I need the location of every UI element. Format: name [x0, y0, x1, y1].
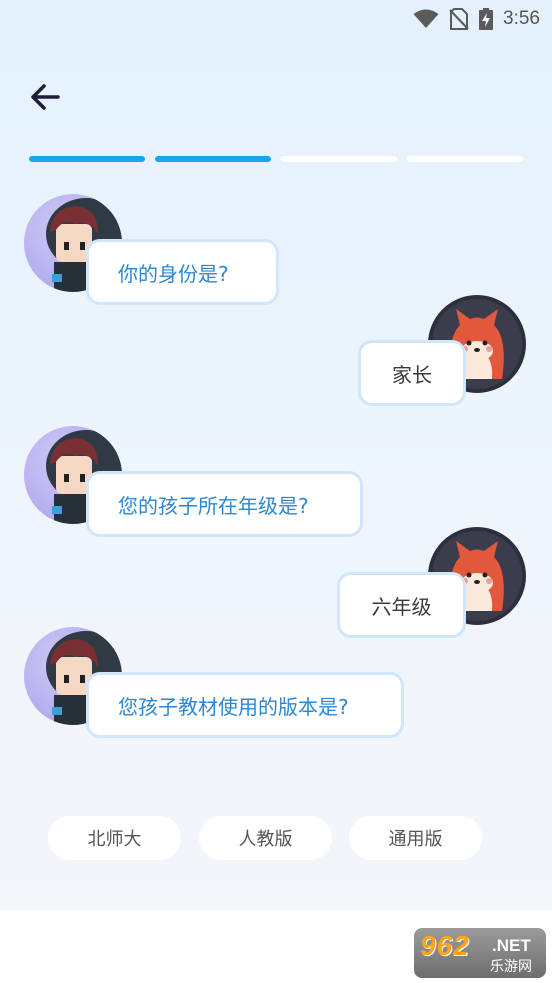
progress-bar — [29, 156, 525, 164]
answer-text: 家长 — [392, 362, 432, 387]
wifi-icon — [413, 9, 439, 29]
battery-charging-icon — [479, 8, 494, 30]
back-button[interactable] — [28, 80, 64, 114]
status-bar: 3:56 — [413, 0, 552, 38]
option-renjiao-button[interactable]: 人教版 — [199, 816, 332, 860]
question-text: 你的身份是? — [118, 261, 229, 286]
watermark-logo: 962 .NET 乐游网 — [414, 928, 546, 978]
arrow-left-icon — [31, 84, 60, 110]
onboarding-screen: 3:56 你的身份是? 家长 您的孩子所在年级是? 六年级 您孩子教材使用的版本… — [0, 0, 552, 910]
progress-step-1 — [29, 156, 145, 162]
question-bubble-identity: 你的身份是? — [86, 239, 279, 305]
progress-step-4 — [407, 156, 523, 162]
progress-step-3 — [281, 156, 397, 162]
watermark-number: 962 — [420, 930, 470, 961]
status-time: 3:56 — [503, 8, 540, 29]
question-text: 您孩子教材使用的版本是? — [118, 694, 349, 719]
progress-step-2 — [155, 156, 271, 162]
watermark-net: .NET — [492, 936, 531, 955]
option-tongyong-button[interactable]: 通用版 — [349, 816, 482, 860]
question-bubble-textbook: 您孩子教材使用的版本是? — [86, 672, 404, 738]
no-sim-icon — [449, 8, 469, 30]
option-beishida-button[interactable]: 北师大 — [48, 816, 181, 860]
answer-bubble-grade: 六年级 — [337, 572, 466, 638]
watermark-cn: 乐游网 — [490, 959, 532, 975]
question-text: 您的孩子所在年级是? — [118, 493, 309, 518]
answer-bubble-identity: 家长 — [358, 340, 466, 406]
question-bubble-grade: 您的孩子所在年级是? — [86, 471, 363, 537]
answer-text: 六年级 — [371, 594, 432, 619]
